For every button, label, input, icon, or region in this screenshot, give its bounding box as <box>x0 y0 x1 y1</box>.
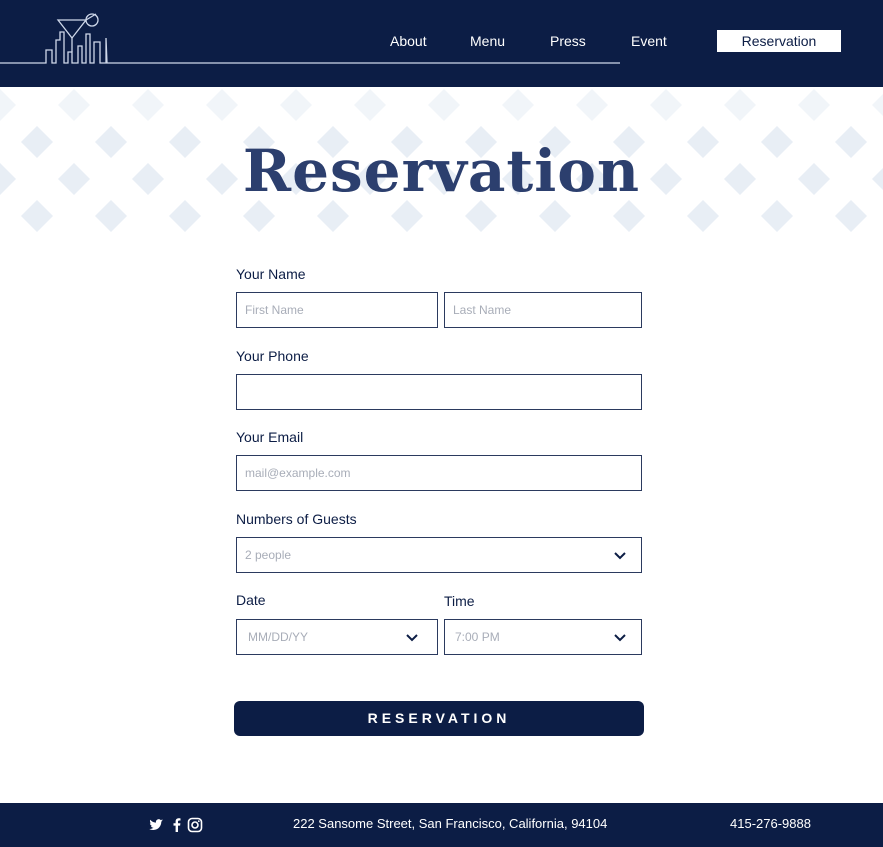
instagram-icon[interactable] <box>187 817 203 833</box>
time-value: 7:00 PM <box>455 630 500 644</box>
phone-label: Your Phone <box>236 348 309 364</box>
date-select[interactable]: MM/DD/YY <box>236 619 438 655</box>
last-name-input[interactable] <box>453 293 641 327</box>
main-nav: About Menu Press Event Reservation <box>0 30 883 52</box>
pattern-diamond <box>428 89 460 121</box>
last-name-field[interactable] <box>444 292 642 328</box>
facebook-icon[interactable] <box>169 817 185 833</box>
pattern-diamond <box>58 89 90 121</box>
first-name-field[interactable] <box>236 292 438 328</box>
time-select[interactable]: 7:00 PM <box>444 619 642 655</box>
date-value: MM/DD/YY <box>248 630 308 644</box>
pattern-diamond <box>0 89 16 121</box>
pattern-diamond <box>354 89 386 121</box>
footer-phone[interactable]: 415-276-9888 <box>730 816 811 831</box>
chevron-down-icon <box>614 552 626 560</box>
pattern-diamond <box>132 89 164 121</box>
nav-event[interactable]: Event <box>631 30 667 52</box>
guests-value: 2 people <box>245 548 292 562</box>
first-name-input[interactable] <box>245 293 437 327</box>
email-label: Your Email <box>236 429 304 445</box>
pattern-diamond <box>502 89 534 121</box>
nav-menu[interactable]: Menu <box>470 30 505 52</box>
date-label: Date <box>236 592 266 608</box>
name-label: Your Name <box>236 266 306 282</box>
nav-about[interactable]: About <box>390 30 427 52</box>
pattern-diamond <box>872 94 883 116</box>
email-field[interactable] <box>236 455 642 491</box>
hero-banner: Reservation <box>0 87 883 237</box>
phone-field[interactable] <box>236 374 642 410</box>
chevron-down-icon <box>614 634 626 642</box>
pattern-diamond <box>798 89 830 121</box>
nav-press[interactable]: Press <box>550 30 586 52</box>
guests-label: Numbers of Guests <box>236 511 357 527</box>
pattern-diamond <box>724 89 756 121</box>
page-title: Reservation <box>242 137 641 205</box>
chevron-down-icon <box>406 634 418 642</box>
reservation-submit-button[interactable]: RESERVATION <box>234 701 644 736</box>
time-label: Time <box>444 593 475 609</box>
guests-select[interactable]: 2 people <box>236 537 642 573</box>
pattern-diamond <box>576 89 608 121</box>
pattern-diamond <box>280 89 312 121</box>
twitter-icon[interactable] <box>148 817 164 833</box>
pattern-diamond <box>650 89 682 121</box>
site-footer: 222 Sansome Street, San Francisco, Calif… <box>0 803 883 847</box>
site-header: About Menu Press Event Reservation <box>0 0 883 87</box>
phone-input[interactable] <box>245 375 641 409</box>
email-input[interactable] <box>245 456 641 490</box>
nav-reservation-button[interactable]: Reservation <box>717 30 841 52</box>
pattern-diamond <box>206 89 238 121</box>
footer-address: 222 Sansome Street, San Francisco, Calif… <box>293 816 608 831</box>
